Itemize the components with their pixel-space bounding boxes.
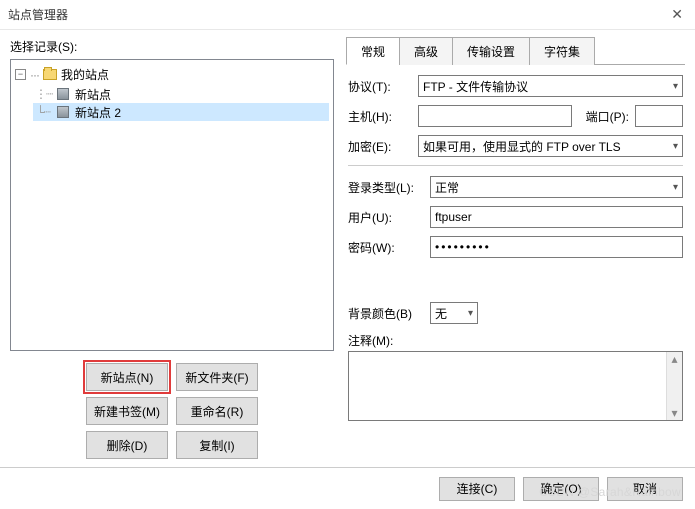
left-pane: 选择记录(S): − ··· 我的站点 ⋮┈ 新站点 └┈ 新站点 2 — [10, 34, 334, 465]
comment-textarea[interactable]: ▴▾ — [348, 351, 683, 421]
new-folder-button[interactable]: 新文件夹(F) — [176, 363, 258, 391]
tree-root-label: 我的站点 — [61, 66, 109, 83]
bg-color-value: 无 — [435, 305, 447, 322]
host-input[interactable] — [418, 105, 572, 127]
separator — [348, 165, 683, 166]
protocol-select[interactable]: FTP - 文件传输协议 ▾ — [418, 75, 683, 97]
encryption-value: 如果可用，使用显式的 FTP over TLS — [423, 138, 621, 155]
tree-root[interactable]: − ··· 我的站点 — [15, 66, 329, 83]
bottom-bar: 连接(C) 确定(O) 取消 — [0, 467, 695, 509]
right-pane: 常规 高级 传输设置 字符集 协议(T): FTP - 文件传输协议 ▾ 主机(… — [346, 34, 685, 465]
tree-connector: ⋮┈ — [35, 87, 51, 101]
password-label: 密码(W): — [348, 239, 424, 256]
host-label: 主机(H): — [348, 108, 412, 125]
scrollbar[interactable]: ▴▾ — [666, 352, 682, 420]
port-input[interactable] — [635, 105, 683, 127]
tab-general[interactable]: 常规 — [346, 37, 400, 65]
server-icon — [57, 106, 69, 118]
user-label: 用户(U): — [348, 209, 424, 226]
connect-button[interactable]: 连接(C) — [439, 477, 515, 501]
tree-item-label: 新站点 — [75, 86, 111, 103]
comment-label: 注释(M): — [348, 332, 683, 349]
scroll-up-icon[interactable]: ▴ — [671, 352, 677, 366]
copy-button[interactable]: 复制(I) — [176, 431, 258, 459]
tab-transfer[interactable]: 传输设置 — [452, 37, 530, 65]
new-bookmark-button[interactable]: 新建书签(M) — [86, 397, 168, 425]
chevron-down-icon: ▾ — [468, 308, 473, 319]
new-site-button[interactable]: 新站点(N) — [86, 363, 168, 391]
tree-item[interactable]: └┈ 新站点 2 — [33, 103, 329, 121]
tree-item-label: 新站点 2 — [75, 104, 121, 121]
encryption-label: 加密(E): — [348, 138, 412, 155]
bg-color-label: 背景颜色(B) — [348, 305, 424, 322]
titlebar: 站点管理器 ✕ — [0, 0, 695, 30]
rename-button[interactable]: 重命名(R) — [176, 397, 258, 425]
logon-type-select[interactable]: 正常 ▾ — [430, 176, 683, 198]
chevron-down-icon: ▾ — [673, 81, 678, 92]
tree-connector: ··· — [30, 68, 39, 82]
password-input[interactable]: ••••••••• — [430, 236, 683, 258]
bg-color-select[interactable]: 无 ▾ — [430, 302, 478, 324]
user-input[interactable]: ftpuser — [430, 206, 683, 228]
logon-type-label: 登录类型(L): — [348, 179, 424, 196]
tab-advanced[interactable]: 高级 — [399, 37, 453, 65]
chevron-down-icon: ▾ — [673, 182, 678, 193]
protocol-value: FTP - 文件传输协议 — [423, 78, 528, 95]
cancel-button[interactable]: 取消 — [607, 477, 683, 501]
tab-charset[interactable]: 字符集 — [529, 37, 595, 65]
tab-bar: 常规 高级 传输设置 字符集 — [346, 36, 685, 65]
scroll-down-icon[interactable]: ▾ — [671, 406, 677, 420]
window-title: 站点管理器 — [8, 6, 68, 23]
folder-icon — [43, 69, 57, 80]
chevron-down-icon: ▾ — [673, 141, 678, 152]
collapse-icon[interactable]: − — [15, 69, 26, 80]
delete-button[interactable]: 删除(D) — [86, 431, 168, 459]
port-label: 端口(P): — [586, 108, 629, 125]
logon-type-value: 正常 — [435, 179, 459, 196]
select-entry-label: 选择记录(S): — [10, 38, 334, 55]
site-tree[interactable]: − ··· 我的站点 ⋮┈ 新站点 └┈ 新站点 2 — [10, 59, 334, 351]
server-icon — [57, 88, 69, 100]
close-icon[interactable]: ✕ — [667, 6, 687, 23]
tree-item[interactable]: ⋮┈ 新站点 — [33, 85, 329, 103]
encryption-select[interactable]: 如果可用，使用显式的 FTP over TLS ▾ — [418, 135, 683, 157]
ok-button[interactable]: 确定(O) — [523, 477, 599, 501]
protocol-label: 协议(T): — [348, 78, 412, 95]
tree-connector: └┈ — [35, 105, 51, 119]
